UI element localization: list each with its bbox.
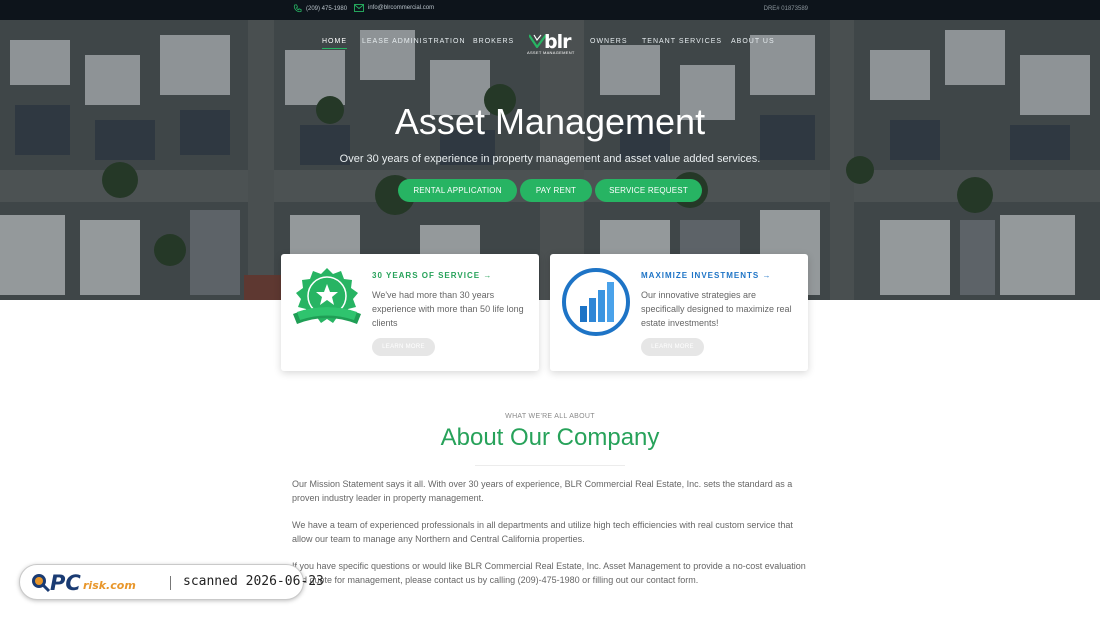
nav-owners[interactable]: OWNERS (590, 38, 628, 45)
hero-title: Asset Management (394, 101, 706, 142)
about-paragraph-3: If you have specific questions or would … (292, 561, 806, 585)
logo-subtitle: ASSET MANAGEMENT (527, 50, 575, 55)
watermark-separator (170, 576, 171, 590)
scan-date: scanned 2026-06-23 (183, 574, 324, 589)
service-request-button[interactable]: SERVICE REQUEST (595, 179, 702, 202)
arrow-right-icon: → (483, 271, 493, 280)
card-title[interactable]: MAXIMIZE INVESTMENTS → (641, 271, 771, 280)
nav-lease-administration[interactable]: LEASE ADMINISTRATION (362, 38, 466, 45)
pcrisk-watermark: PC risk.com scanned 2026-06-23 (19, 564, 324, 600)
top-bar: (209) 475-1980 info@blrcommercial.com DR… (0, 0, 1100, 20)
section-divider (475, 465, 625, 466)
card-title-text[interactable]: 30 YEARS OF SERVICE (372, 271, 480, 280)
section-eyebrow: WHAT WE'RE ALL ABOUT (505, 413, 595, 420)
learn-more-button[interactable]: LEARN MORE (641, 338, 704, 356)
card-text: Our innovative strategies are specifical… (641, 290, 792, 328)
award-badge-icon (293, 268, 361, 324)
email-contact[interactable]: info@blrcommercial.com (354, 4, 434, 12)
about-paragraph-2: We have a team of experienced profession… (292, 520, 793, 544)
watermark-brand-risk: risk.com (83, 579, 136, 592)
dre-license: DRE# 01873589 (763, 6, 808, 12)
arrow-right-icon: → (762, 271, 772, 280)
about-paragraph-1: Our Mission Statement says it all. With … (292, 479, 793, 503)
nav-brokers[interactable]: BROKERS (473, 38, 514, 45)
envelope-icon (354, 4, 364, 12)
nav-tenant-services[interactable]: TENANT SERVICES (642, 38, 722, 45)
card-title-text[interactable]: MAXIMIZE INVESTMENTS (641, 271, 759, 280)
learn-more-button[interactable]: LEARN MORE (372, 338, 435, 356)
about-title: About Our Company (440, 424, 660, 451)
phone-icon (293, 4, 302, 13)
hero-subtitle: Over 30 years of experience in property … (339, 153, 761, 165)
card-title[interactable]: 30 YEARS OF SERVICE → (372, 271, 492, 280)
phone-number[interactable]: (209) 475-1980 (306, 6, 347, 12)
phone-contact[interactable]: (209) 475-1980 (293, 4, 347, 13)
card-30-years: 30 YEARS OF SERVICE → We've had more tha… (281, 254, 539, 371)
magnifier-icon (32, 574, 51, 593)
nav-about-us[interactable]: ABOUT US (731, 38, 775, 45)
card-text: We've had more than 30 years experience … (372, 290, 524, 328)
bar-chart-icon (562, 268, 630, 336)
card-maximize-investments: MAXIMIZE INVESTMENTS → Our innovative st… (550, 254, 808, 371)
rental-application-button[interactable]: RENTAL APPLICATION (398, 179, 517, 202)
pay-rent-button[interactable]: PAY RENT (520, 179, 592, 202)
nav-home[interactable]: HOME (322, 38, 347, 49)
watermark-brand-pc: PC (50, 571, 81, 595)
blr-logo[interactable]: blr ASSET MANAGEMENT (527, 31, 577, 57)
email-address[interactable]: info@blrcommercial.com (368, 5, 434, 11)
